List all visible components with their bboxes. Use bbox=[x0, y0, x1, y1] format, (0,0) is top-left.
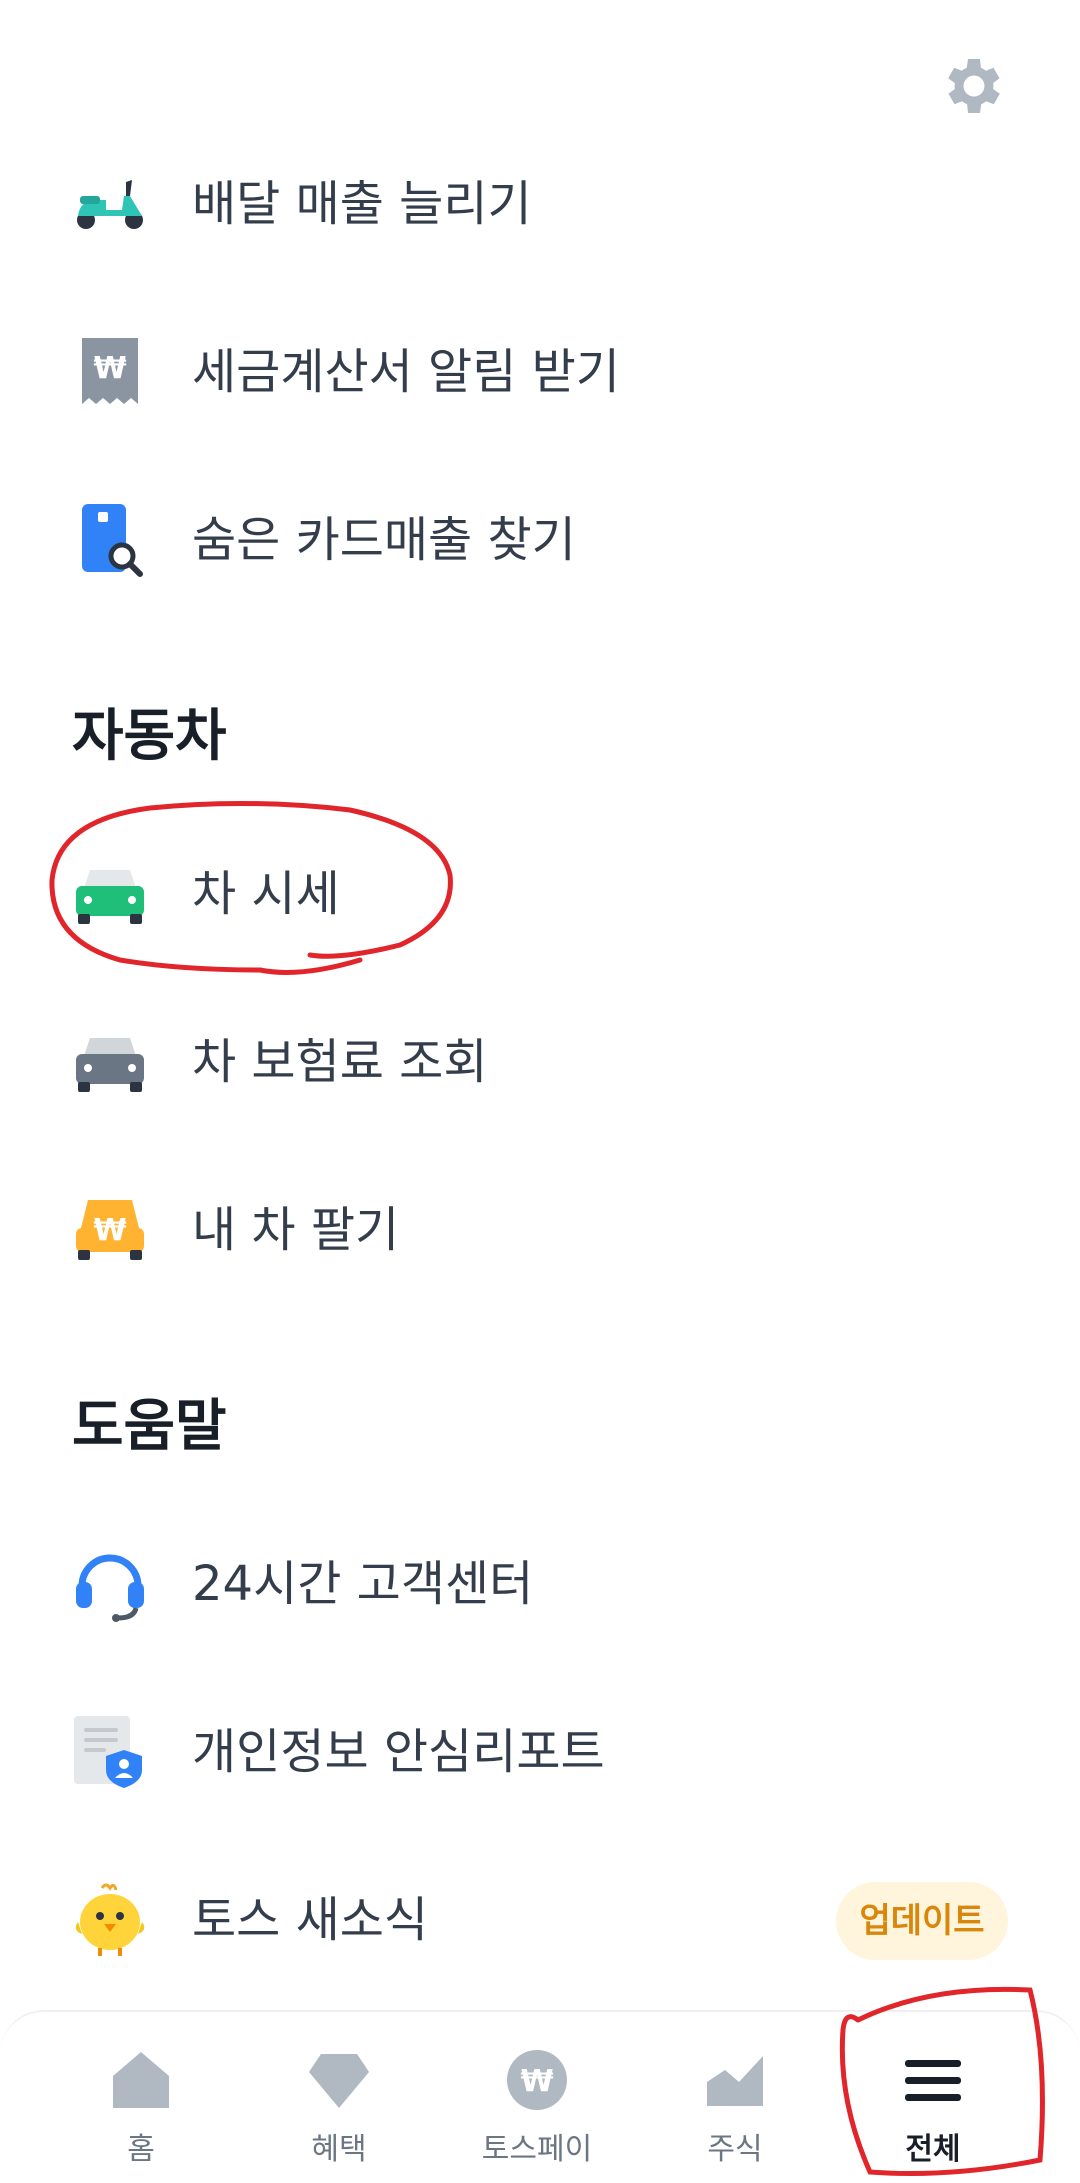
menu-item-customer-center[interactable]: 24시간 고객센터 bbox=[0, 1524, 1080, 1644]
menu-item-delivery[interactable]: 배달 매출 늘리기 bbox=[0, 144, 1080, 264]
gray-car-icon bbox=[76, 1038, 144, 1092]
menu-item-label: 24시간 고객센터 bbox=[192, 1556, 534, 1612]
bottom-tab-bar: 홈 혜택 ₩ 토스페이 주식 전체 bbox=[0, 2010, 1080, 2183]
green-car-icon bbox=[76, 870, 144, 924]
card-search-icon bbox=[82, 504, 143, 577]
tab-label: 토스페이 bbox=[481, 2132, 593, 2167]
won-car-icon: ₩ bbox=[76, 1200, 144, 1260]
tab-all[interactable]: 전체 bbox=[858, 2034, 1008, 2174]
menu-item-sell-car[interactable]: ₩ 내 차 팔기 bbox=[0, 1170, 1080, 1290]
stock-chart-icon bbox=[707, 2056, 763, 2106]
home-icon bbox=[113, 2052, 169, 2108]
receipt-won-icon: ₩ bbox=[82, 338, 138, 404]
section-title-help: 도움말 bbox=[72, 1394, 227, 1459]
update-badge: 업데이트 bbox=[836, 1882, 1008, 1960]
menu-item-label: 차 보험료 조회 bbox=[192, 1034, 488, 1090]
menu-item-hidden-card-sales[interactable]: 숨은 카드매출 찾기 bbox=[0, 480, 1080, 600]
tab-label: 주식 bbox=[707, 2132, 763, 2167]
gear-icon[interactable] bbox=[938, 50, 1010, 122]
menu-item-tax-invoice[interactable]: ₩ 세금계산서 알림 받기 bbox=[0, 312, 1080, 432]
menu-item-label: 차 시세 bbox=[192, 866, 340, 922]
privacy-shield-icon bbox=[74, 1716, 142, 1788]
tab-home[interactable]: 홈 bbox=[66, 2034, 216, 2174]
menu-item-label: 내 차 팔기 bbox=[192, 1202, 400, 1258]
menu-item-label: 개인정보 안심리포트 bbox=[192, 1724, 605, 1780]
chick-icon bbox=[75, 1883, 145, 1956]
menu-item-car-price[interactable]: 차 시세 bbox=[0, 834, 1080, 954]
menu-item-label: 세금계산서 알림 받기 bbox=[192, 344, 620, 400]
headset-icon bbox=[76, 1554, 144, 1622]
tab-benefits[interactable]: 혜택 bbox=[264, 2034, 414, 2174]
scooter-icon bbox=[77, 180, 143, 229]
menu-item-label: 배달 매출 늘리기 bbox=[192, 176, 532, 232]
tab-stocks[interactable]: 주식 bbox=[660, 2034, 810, 2174]
svg-text:₩: ₩ bbox=[93, 351, 126, 386]
svg-text:₩: ₩ bbox=[520, 2064, 553, 2099]
section-title-car: 자동차 bbox=[72, 704, 227, 769]
won-coin-icon: ₩ bbox=[507, 2050, 567, 2110]
menu-item-label: 숨은 카드매출 찾기 bbox=[192, 512, 576, 568]
tab-tosspay[interactable]: ₩ 토스페이 bbox=[462, 2034, 612, 2174]
menu-item-privacy-report[interactable]: 개인정보 안심리포트 bbox=[0, 1692, 1080, 1812]
menu-item-label: 토스 새소식 bbox=[192, 1892, 429, 1948]
menu-item-car-insurance[interactable]: 차 보험료 조회 bbox=[0, 1002, 1080, 1122]
svg-text:₩: ₩ bbox=[93, 1213, 126, 1248]
menu-icon bbox=[905, 2060, 961, 2101]
tab-label: 전체 bbox=[905, 2132, 961, 2167]
tab-label: 홈 bbox=[127, 2132, 155, 2167]
diamond-icon bbox=[309, 2054, 369, 2108]
tab-label: 혜택 bbox=[311, 2132, 367, 2167]
